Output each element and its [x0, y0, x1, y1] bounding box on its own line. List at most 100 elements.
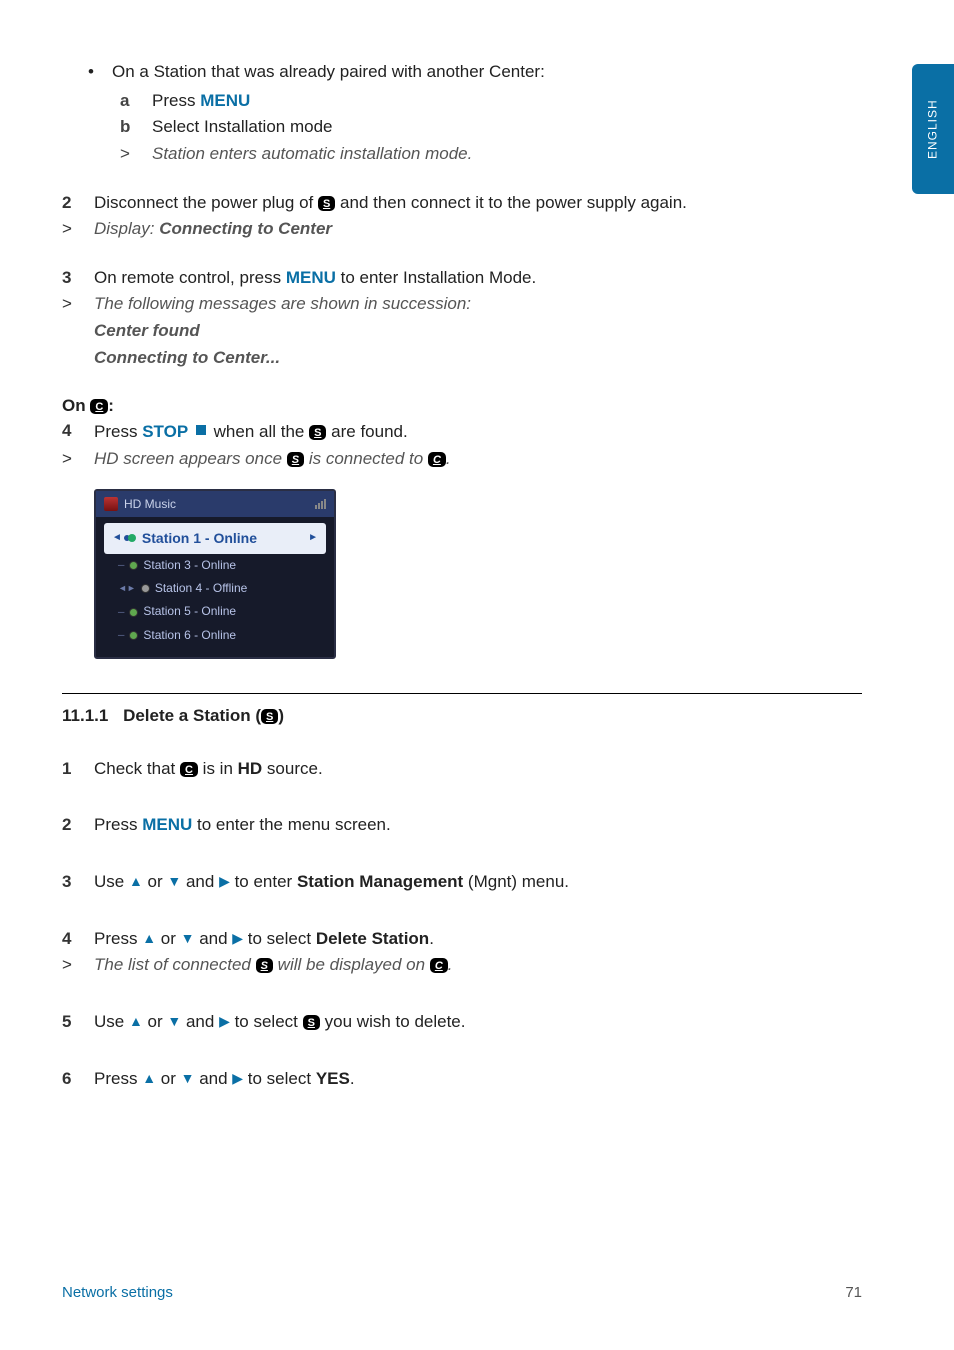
- step2-post: and then connect it to the power supply …: [335, 193, 687, 212]
- s-icon: S: [303, 1015, 320, 1030]
- d2-pre: Press: [94, 815, 142, 834]
- step-number: 6: [62, 1067, 76, 1092]
- bar-icon: ◄►: [118, 582, 136, 595]
- right-arrow-icon: ▶: [232, 930, 243, 946]
- c-icon: C: [90, 399, 108, 414]
- delete-step-2: 2 Press MENU to enter the menu screen.: [62, 813, 862, 838]
- spacer: [62, 319, 76, 344]
- step3-res2: Center found: [94, 319, 200, 344]
- status-dot-icon: [130, 609, 137, 616]
- d1-bold: HD: [238, 759, 263, 778]
- osd-item-label: Station 4 - Offline: [155, 580, 248, 597]
- intro-a-label: a: [120, 89, 136, 114]
- s-icon: S: [287, 452, 304, 467]
- gt-symbol: >: [62, 953, 76, 978]
- right-arrow-icon: ►: [308, 531, 318, 546]
- osd-item: ◄► Station 4 - Offline: [104, 577, 326, 600]
- osd-header-label: HD Music: [124, 496, 176, 513]
- d6-mid3: to select: [243, 1069, 316, 1088]
- bar-icon: ─: [118, 559, 124, 572]
- d4-mid3: to select: [243, 929, 316, 948]
- step-number: 2: [62, 813, 76, 838]
- d3-post: (Mgnt) menu.: [463, 872, 569, 891]
- osd-body: ◄ Station 1 - Online ► ─ Station 3 - Onl…: [96, 517, 334, 657]
- menu-action: MENU: [142, 815, 192, 834]
- d6-pre: Press: [94, 1069, 142, 1088]
- intro-bullet: • On a Station that was already paired w…: [88, 60, 862, 85]
- step-number: 4: [62, 927, 76, 952]
- d5-mid2: and: [181, 1012, 219, 1031]
- step-3-text: On remote control, press MENU to enter I…: [94, 266, 536, 291]
- step-3-result2: Center found: [62, 319, 862, 344]
- intro-b-label: b: [120, 115, 136, 140]
- intro-b-text: Select Installation mode: [152, 115, 333, 140]
- step4-res-pre: HD screen appears once: [94, 449, 287, 468]
- up-arrow-icon: ▲: [129, 873, 143, 889]
- osd-item-label: Station 3 - Online: [143, 557, 236, 574]
- d2-text: Press MENU to enter the menu screen.: [94, 813, 391, 838]
- d2-post: to enter the menu screen.: [192, 815, 390, 834]
- page-content: • On a Station that was already paired w…: [62, 60, 862, 1093]
- delete-step-4-result: > The list of connected S will be displa…: [62, 953, 862, 978]
- delete-step-4: 4 Press ▲ or ▼ and ▶ to select Delete St…: [62, 927, 862, 952]
- up-arrow-icon: ▲: [142, 930, 156, 946]
- hd-music-screen: HD Music ◄ Station 1 - Online ► ─ Statio…: [94, 489, 336, 659]
- step3-res1: The following messages are shown in succ…: [94, 292, 471, 317]
- step2-res-bold: Connecting to Center: [159, 219, 332, 238]
- status-dot-icon: [128, 534, 136, 542]
- stop-icon: [195, 419, 207, 444]
- right-arrow-icon: ▶: [219, 873, 230, 889]
- up-arrow-icon: ▲: [142, 1070, 156, 1086]
- d3-text: Use ▲ or ▼ and ▶ to enter Station Manage…: [94, 870, 569, 895]
- intro-bullet-text: On a Station that was already paired wit…: [112, 60, 545, 85]
- bar-icon: ─: [118, 629, 124, 642]
- d4-bold: Delete Station: [316, 929, 429, 948]
- step-number: 4: [62, 419, 76, 445]
- d4-text: Press ▲ or ▼ and ▶ to select Delete Stat…: [94, 927, 434, 952]
- step4-post: are found.: [326, 422, 407, 441]
- step-3-result: > The following messages are shown in su…: [62, 292, 862, 317]
- step-number: 3: [62, 266, 76, 291]
- delete-step-1: 1 Check that C is in HD source.: [62, 757, 862, 782]
- osd-item-label: Station 5 - Online: [143, 603, 236, 620]
- menu-action: MENU: [200, 91, 250, 110]
- d5-pre: Use: [94, 1012, 129, 1031]
- step2-pre: Disconnect the power plug of: [94, 193, 318, 212]
- intro-a: a Press MENU: [120, 89, 862, 114]
- d6-mid1: or: [156, 1069, 181, 1088]
- d3-mid1: or: [143, 872, 168, 891]
- c-icon: C: [428, 452, 446, 467]
- step4-res-end: .: [446, 449, 451, 468]
- d1-text: Check that C is in HD source.: [94, 757, 323, 782]
- step-4-result: > HD screen appears once S is connected …: [62, 447, 862, 472]
- osd-item: ─ Station 5 - Online: [104, 600, 326, 623]
- delete-step-5: 5 Use ▲ or ▼ and ▶ to select S you wish …: [62, 1010, 862, 1035]
- intro-result: > Station enters automatic installation …: [120, 142, 862, 167]
- step-4-text: Press STOP when all the S are found.: [94, 419, 408, 445]
- d1-pre: Check that: [94, 759, 180, 778]
- d4-post: .: [429, 929, 434, 948]
- d4-mid1: or: [156, 929, 181, 948]
- d5-mid1: or: [143, 1012, 168, 1031]
- step-2-result: > Display: Connecting to Center: [62, 217, 862, 242]
- gt-symbol: >: [62, 447, 76, 472]
- step-4: 4 Press STOP when all the S are found.: [62, 419, 862, 445]
- footer-section: Network settings: [62, 1282, 173, 1304]
- section-title-pre: Delete a Station (: [123, 706, 261, 725]
- step-2-text: Disconnect the power plug of S and then …: [94, 191, 687, 216]
- c-icon: C: [430, 958, 448, 973]
- down-arrow-icon: ▼: [167, 1013, 181, 1029]
- section-number: 11.1.1: [62, 706, 108, 725]
- down-arrow-icon: ▼: [167, 873, 181, 889]
- s-icon: S: [309, 425, 326, 440]
- d4-pre: Press: [94, 929, 142, 948]
- down-arrow-icon: ▼: [181, 930, 195, 946]
- step2-res-pre: Display:: [94, 219, 159, 238]
- stop-action: STOP: [142, 422, 188, 441]
- delete-step-6: 6 Press ▲ or ▼ and ▶ to select YES.: [62, 1067, 862, 1092]
- right-arrow-icon: ▶: [219, 1013, 230, 1029]
- d6-bold: YES: [316, 1069, 350, 1088]
- section-rule: [62, 693, 862, 694]
- left-arrow-icon: ◄: [112, 531, 122, 546]
- s-icon: S: [256, 958, 273, 973]
